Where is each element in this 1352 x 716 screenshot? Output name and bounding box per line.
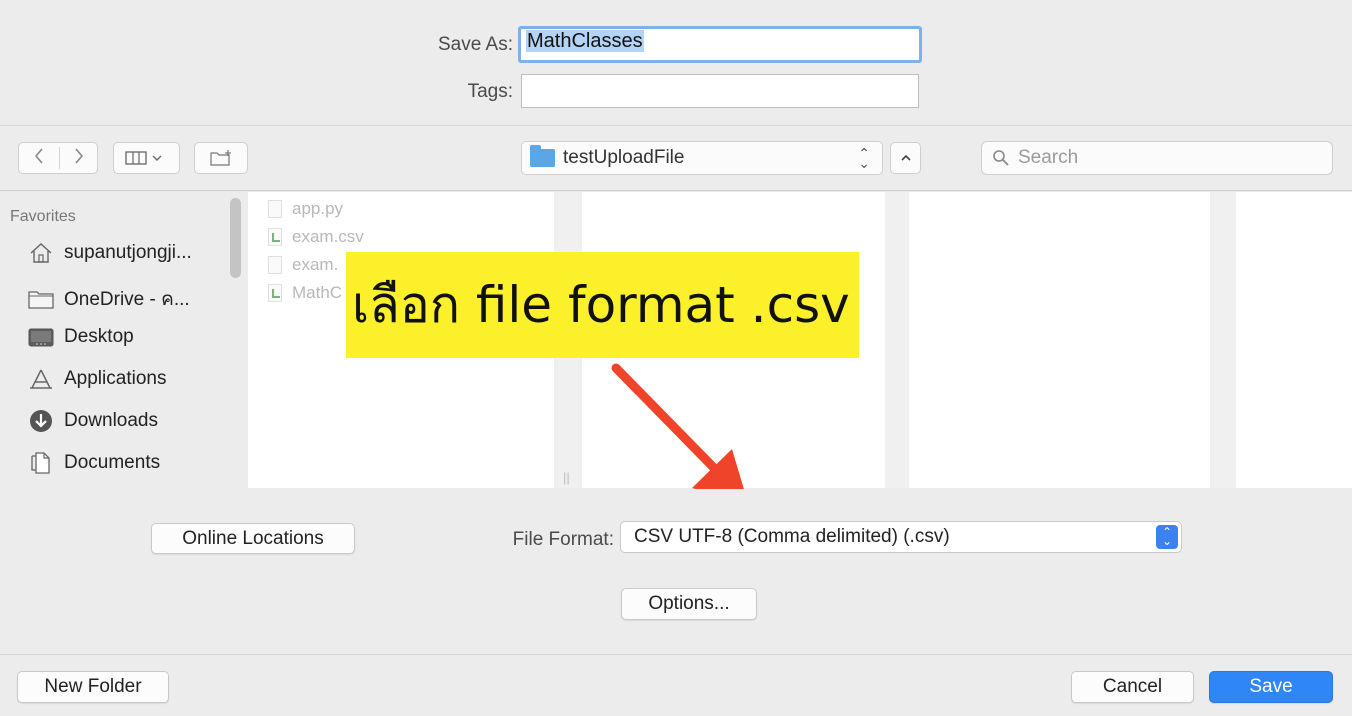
save-button[interactable]: Save: [1209, 671, 1333, 703]
tags-input[interactable]: [521, 74, 919, 108]
sidebar-item-downloads[interactable]: Downloads: [26, 410, 158, 432]
up-down-arrows-icon: ⌃ ⌄: [1156, 525, 1178, 549]
save-options-panel: [0, 489, 1352, 655]
file-format-value: CSV UTF-8 (Comma delimited) (.csv): [634, 526, 950, 547]
chevron-right-icon: [75, 147, 84, 164]
sidebar-item-applications[interactable]: Applications: [26, 368, 166, 390]
sidebar-item-label: Applications: [64, 368, 167, 389]
options-button[interactable]: Options...: [621, 588, 757, 620]
sidebar-item-desktop[interactable]: Desktop: [26, 326, 134, 348]
tags-label: Tags:: [467, 81, 513, 102]
folder-icon: [26, 288, 56, 310]
collapse-button[interactable]: [890, 142, 921, 174]
applications-icon: [26, 368, 56, 390]
new-folder-icon: [210, 150, 231, 166]
sidebar-item-onedrive[interactable]: OneDrive - ค...: [26, 284, 190, 314]
save-header: Save As: MathClasses Tags:: [0, 0, 1352, 126]
chevron-left-icon: [34, 147, 43, 164]
sidebar-scrollbar[interactable]: [230, 198, 241, 278]
downloads-icon: [26, 410, 56, 432]
file-row[interactable]: app.py: [268, 199, 343, 219]
sidebar-item-label: Documents: [64, 452, 161, 473]
sidebar-item-home[interactable]: supanutjongji...: [26, 242, 192, 264]
save-as-input[interactable]: MathClasses: [518, 26, 922, 63]
online-locations-label: Online Locations: [182, 527, 324, 549]
file-row[interactable]: MathC: [268, 283, 342, 303]
new-folder-toolbar-button[interactable]: [194, 142, 248, 174]
online-locations-button[interactable]: Online Locations: [151, 523, 355, 554]
csv-file-icon: [268, 228, 282, 246]
file-row[interactable]: exam.csv: [268, 227, 364, 247]
file-row[interactable]: exam.: [268, 255, 338, 275]
file-name: MathC: [292, 283, 343, 302]
sidebar-item-documents[interactable]: Documents: [26, 452, 160, 474]
forward-button[interactable]: [59, 147, 99, 170]
save-as-label: Save As:: [438, 34, 513, 55]
file-name: app.py: [292, 199, 344, 218]
path-popup-button[interactable]: testUploadFile ⌃ ⌄: [521, 141, 883, 175]
new-folder-label: New Folder: [44, 676, 142, 697]
options-button-label: Options...: [648, 593, 730, 614]
annotation-label: เลือก file format .csv: [346, 252, 859, 358]
back-forward-segment: [18, 142, 98, 174]
new-folder-button[interactable]: New Folder: [17, 671, 169, 703]
column-resize-handle[interactable]: ||: [563, 470, 570, 485]
file-name: exam.csv: [292, 227, 364, 246]
save-label: Save: [1249, 676, 1293, 697]
chevron-up-icon: [900, 154, 911, 161]
annotation-text: เลือก file format .csv: [352, 275, 850, 334]
cancel-label: Cancel: [1102, 676, 1163, 697]
file-format-select[interactable]: CSV UTF-8 (Comma delimited) (.csv) ⌃ ⌄: [620, 521, 1182, 553]
folder-icon: [530, 145, 555, 167]
search-input[interactable]: Search: [981, 141, 1333, 175]
csv-file-icon: [268, 284, 282, 302]
up-down-chevron-icon: ⌃ ⌄: [858, 145, 870, 171]
spreadsheet-file-icon: [268, 256, 282, 274]
column-divider[interactable]: [1210, 192, 1236, 488]
view-mode-button[interactable]: [113, 142, 180, 174]
column-divider[interactable]: [885, 192, 909, 488]
sidebar-heading: Favorites: [10, 208, 76, 225]
desktop-icon: [26, 326, 56, 348]
cancel-button[interactable]: Cancel: [1071, 671, 1194, 703]
path-folder-name: testUploadFile: [563, 147, 685, 168]
sidebar-item-label: Downloads: [64, 410, 158, 431]
documents-icon: [26, 452, 56, 474]
file-format-label: File Format:: [512, 529, 614, 550]
sidebar-item-label: OneDrive - ค...: [64, 289, 190, 310]
back-button[interactable]: [19, 147, 59, 170]
save-as-value: MathClasses: [526, 30, 644, 52]
search-placeholder: Search: [1018, 147, 1079, 168]
home-icon: [26, 242, 56, 264]
file-icon: [268, 200, 282, 218]
sidebar-item-label: Desktop: [64, 326, 134, 347]
annotation-arrow-icon: [611, 363, 748, 503]
column-view-icon: [124, 151, 161, 165]
search-icon: [993, 150, 1009, 166]
sidebar-item-label: supanutjongji...: [64, 242, 192, 263]
file-name: exam.: [292, 255, 339, 274]
